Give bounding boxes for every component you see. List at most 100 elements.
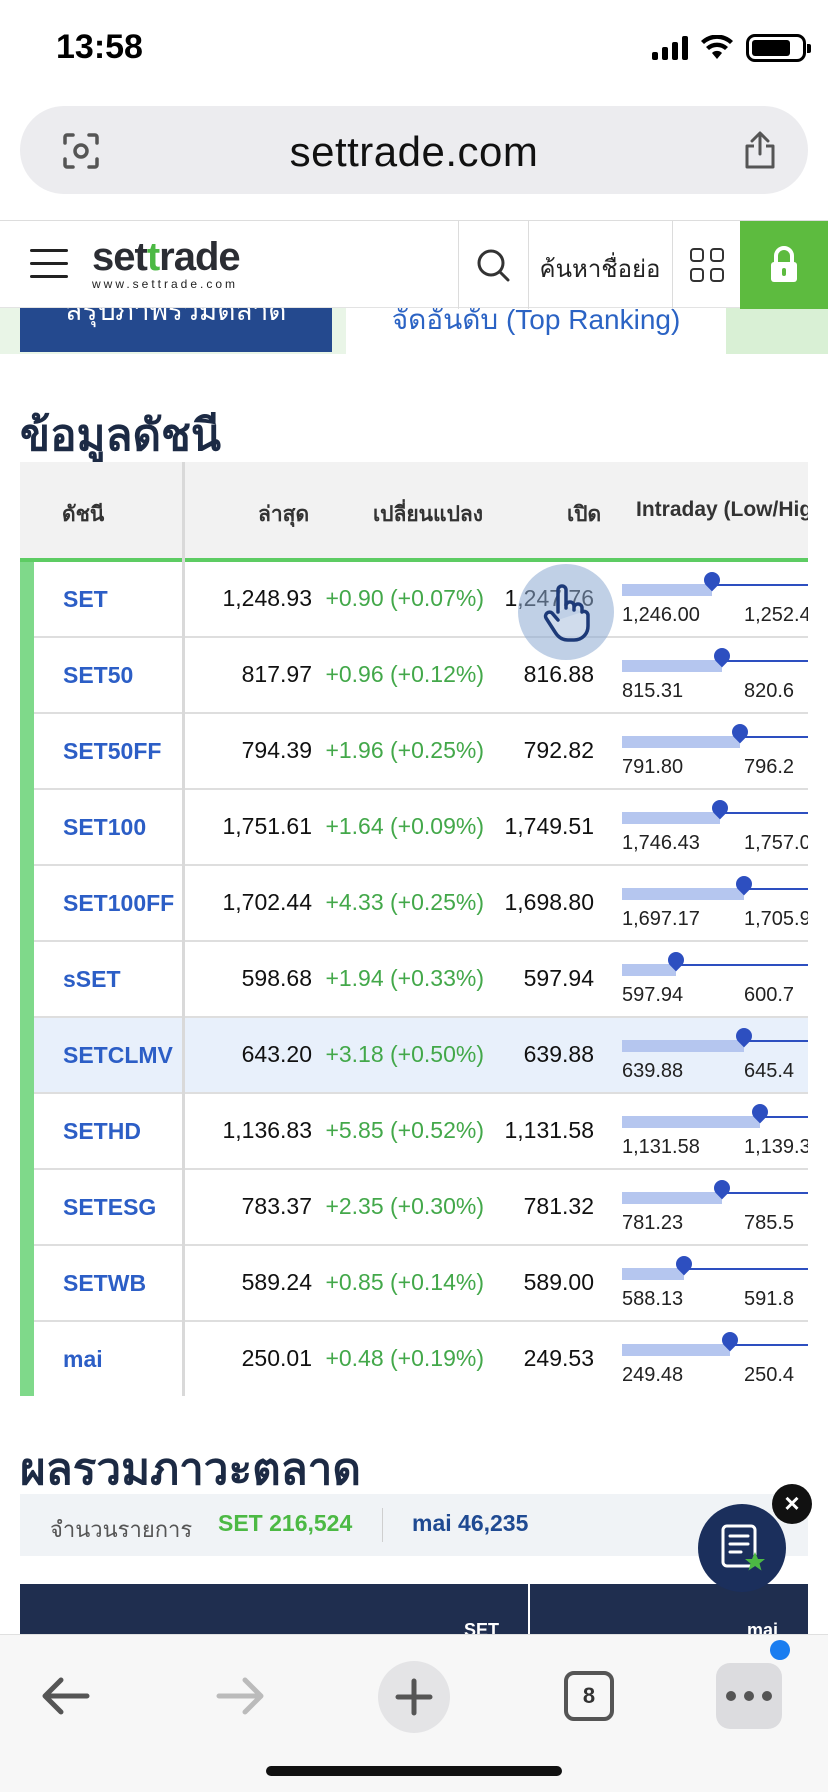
section-tabs: สรุปภาพรวมตลาด จัดอันดับ (Top Ranking) (0, 300, 828, 354)
url-text[interactable]: settrade.com (20, 128, 808, 176)
change-value: +0.85 (+0.14%) (325, 1269, 484, 1295)
intraday-range: 815.31 820.6 (622, 644, 808, 706)
range-fill (622, 1268, 684, 1280)
index-name-link[interactable]: SET100 (63, 814, 146, 841)
summary-bar: จำนวนรายการ SET 216,524 mai 46,235 (20, 1494, 808, 1556)
home-indicator (266, 1766, 562, 1776)
index-name-link[interactable]: sSET (63, 966, 121, 993)
share-icon[interactable] (742, 130, 778, 170)
index-name-link[interactable]: SETCLMV (63, 1042, 173, 1069)
table-row[interactable]: SETCLMV 643.20 +3.18 (+0.50%) 639.88 639.88 6… (20, 1018, 808, 1094)
forward-button[interactable] (206, 1661, 276, 1731)
arrow-left-icon (42, 1677, 90, 1715)
intraday-high: 645.4 (744, 1060, 795, 1082)
mai-transactions: mai 46,235 (412, 1510, 529, 1536)
more-menu-button[interactable] (716, 1663, 782, 1729)
index-name-link[interactable]: SET50 (63, 662, 133, 689)
table-row[interactable]: SET100 1,751.61 +1.64 (+0.09%) 1,749.51 1,74… (20, 790, 808, 866)
intraday-high: 1,705.9 (744, 908, 808, 930)
menu-icon[interactable] (30, 249, 68, 281)
intraday-range: 781.23 785.5 (622, 1176, 808, 1238)
open-value: 816.88 (523, 661, 594, 687)
watchlist-fab[interactable] (698, 1504, 786, 1592)
table-row[interactable]: SET50FF 794.39 +1.96 (+0.25%) 792.82 791.80 7… (20, 714, 808, 790)
sticky-column-divider (182, 462, 185, 1396)
row-accent-bar (20, 1246, 34, 1322)
last-value: 1,751.61 (222, 813, 312, 839)
table-row[interactable]: SETHD 1,136.83 +5.85 (+0.52%) 1,131.58 1,131… (20, 1094, 808, 1170)
open-value: 781.32 (523, 1193, 594, 1219)
notification-badge (770, 1640, 790, 1660)
intraday-high: 820.6 (744, 680, 795, 702)
intraday-range: 791.80 796.2 (622, 720, 808, 782)
range-fill (622, 1116, 760, 1128)
table-row[interactable]: SET1,248.93+0.90 (+0.07%)1,247.761,246.0… (20, 562, 808, 638)
new-tab-button[interactable] (378, 1661, 450, 1733)
table-row[interactable]: SETESG 783.37 +2.35 (+0.30%) 781.32 781.23 78… (20, 1170, 808, 1246)
fab-close-button[interactable]: × (772, 1484, 812, 1524)
row-accent-bar (20, 562, 34, 638)
table-row[interactable]: mai 250.01 +0.48 (+0.19%) 249.53 249.48 250.4 (20, 1322, 808, 1396)
index-name-link[interactable]: SETESG (63, 1194, 156, 1221)
intraday-high: 796.2 (744, 756, 795, 778)
intraday-low: 639.88 (622, 1060, 684, 1082)
search-icon[interactable] (458, 245, 528, 285)
intraday-range: 249.48 250.4 (622, 1328, 808, 1390)
intraday-high: 1,252.4 (744, 604, 808, 626)
range-fill (622, 660, 722, 672)
intraday-range: 639.88 645.4 (622, 1024, 808, 1086)
change-value: +4.33 (+0.25%) (325, 889, 484, 915)
range-fill (622, 584, 712, 596)
open-value: 1,749.51 (504, 813, 594, 839)
last-value: 1,136.83 (222, 1117, 312, 1143)
last-value: 783.37 (241, 1193, 312, 1219)
range-fill (622, 1192, 722, 1204)
intraday-low: 781.23 (622, 1212, 684, 1234)
index-name-link[interactable]: SET100FF (63, 890, 174, 917)
intraday-high: 591.8 (744, 1288, 795, 1310)
intraday-range: 588.13 591.8 (622, 1252, 808, 1314)
index-name-link[interactable]: mai (63, 1346, 103, 1373)
table-row[interactable]: SET100FF 1,702.44 +4.33 (+0.25%) 1,698.80 1,… (20, 866, 808, 942)
table-row[interactable]: SETWB 589.24 +0.85 (+0.14%) 589.00 588.13 591… (20, 1246, 808, 1322)
index-name-link[interactable]: SET (63, 586, 108, 613)
address-bar[interactable]: settrade.com (20, 106, 808, 194)
range-fill (622, 964, 676, 976)
row-accent-bar (20, 1170, 34, 1246)
change-value: +2.35 (+0.30%) (325, 1193, 484, 1219)
last-value: 598.68 (241, 965, 312, 991)
tab-switcher-button[interactable]: 8 (564, 1671, 614, 1721)
last-value: 1,248.93 (222, 585, 312, 611)
intraday-low: 1,246.00 (622, 604, 700, 626)
settrade-logo[interactable]: settrade www.settrade.com (92, 237, 241, 291)
range-fill (622, 1040, 744, 1052)
index-name-link[interactable]: SETHD (63, 1118, 141, 1145)
header-intraday: Intraday (Low/High) (636, 498, 808, 521)
change-value: +1.96 (+0.25%) (325, 737, 484, 763)
transactions-label: จำนวนรายการ (50, 1517, 193, 1542)
table-row[interactable]: SET50 817.97 +0.96 (+0.12%) 816.88 815.31 820… (20, 638, 808, 714)
row-accent-bar (20, 1094, 34, 1170)
abbr-search-button[interactable]: ค้นหาชื่อย่อ (530, 249, 670, 288)
apps-grid-icon[interactable] (690, 248, 724, 282)
touch-indicator (518, 564, 614, 660)
back-button[interactable] (30, 1661, 100, 1731)
header-index: ดัชนี (62, 503, 105, 526)
change-value: +3.18 (+0.50%) (325, 1041, 484, 1067)
open-value: 597.94 (523, 965, 594, 991)
login-lock-button[interactable] (740, 221, 828, 309)
intraday-high: 1,139.3 (744, 1136, 808, 1158)
index-name-link[interactable]: SET50FF (63, 738, 161, 765)
hand-pointer-icon (543, 584, 590, 642)
range-fill (622, 736, 740, 748)
status-time: 13:58 (56, 28, 143, 66)
index-name-link[interactable]: SETWB (63, 1270, 146, 1297)
intraday-range: 597.94 600.7 (622, 948, 808, 1010)
row-accent-bar (20, 790, 34, 866)
tab-top-ranking[interactable]: จัดอันดับ (Top Ranking) (346, 300, 726, 354)
header-change: เปลี่ยนแปลง (373, 503, 484, 526)
table-row[interactable]: sSET 598.68 +1.94 (+0.33%) 597.94 597.94 600.… (20, 942, 808, 1018)
change-value: +1.94 (+0.33%) (325, 965, 484, 991)
wifi-icon (701, 35, 733, 59)
set-transactions: SET 216,524 (218, 1510, 353, 1536)
